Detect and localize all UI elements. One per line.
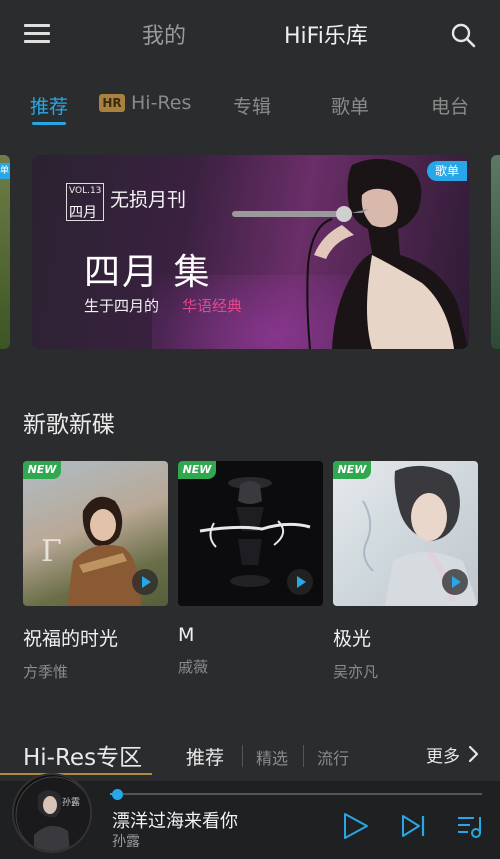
banner-title: 四月 集 xyxy=(84,252,212,293)
section-title-hires: Hi-Res专区 xyxy=(23,745,143,771)
banner-subtitle: 无损月刊 xyxy=(110,189,187,211)
hires-tab-pop[interactable]: 流行 xyxy=(317,745,349,769)
progress-knob[interactable] xyxy=(112,789,124,800)
banner-tagline-highlight: 华语经典 xyxy=(182,297,243,315)
banner-prev-peek[interactable]: 单 xyxy=(0,155,10,349)
svg-text:孙露: 孙露 xyxy=(62,796,80,808)
vol-number: VOL.13 xyxy=(69,186,102,196)
play-circle-icon[interactable] xyxy=(287,569,313,595)
tab-album[interactable]: 专辑 xyxy=(233,92,271,119)
playlist-badge: 歌单 xyxy=(427,161,467,181)
search-icon[interactable] xyxy=(450,22,476,48)
mini-player[interactable]: 孙露 漂洋过海来看你 孙露 xyxy=(0,773,500,859)
tab-hires[interactable]: Hi-Res xyxy=(131,92,191,114)
top-header: 我的 HiFi乐库 xyxy=(0,0,500,70)
album-artist[interactable]: 戚薇 xyxy=(178,656,323,677)
tab-recommend[interactable]: 推荐 xyxy=(30,92,68,119)
tab-playlist[interactable]: 歌单 xyxy=(331,92,369,119)
chevron-right-icon[interactable] xyxy=(466,745,480,763)
album-card[interactable]: Γ NEW 祝福的时光 方季惟 xyxy=(23,461,168,682)
hires-tab-featured[interactable]: 精选 xyxy=(256,745,288,769)
song-artist[interactable]: 孙露 xyxy=(112,831,140,851)
hires-underline xyxy=(0,773,152,775)
cover-art: 孙露 xyxy=(15,776,90,851)
featured-banner[interactable]: VOL.13 四月 无损月刊 四月 集 生于四月的 华语经典 歌单 xyxy=(32,155,469,349)
section-title-new-releases: 新歌新碟 xyxy=(23,412,115,438)
more-link[interactable]: 更多 xyxy=(426,742,460,767)
album-artist[interactable]: 方季惟 xyxy=(23,661,168,682)
tab-radio[interactable]: 电台 xyxy=(431,92,469,119)
song-title[interactable]: 漂洋过海来看你 xyxy=(112,807,238,833)
play-circle-icon[interactable] xyxy=(132,569,158,595)
now-playing-cover[interactable]: 孙露 xyxy=(12,773,92,853)
singer-image xyxy=(232,158,468,349)
next-icon[interactable] xyxy=(400,813,426,839)
side-badge: 单 xyxy=(0,163,10,179)
album-artist[interactable]: 吴亦凡 xyxy=(333,661,478,682)
volume-box: VOL.13 四月 xyxy=(66,183,104,221)
progress-track[interactable] xyxy=(110,793,482,795)
new-badge: NEW xyxy=(23,461,61,479)
hires-badge-icon: HR xyxy=(99,94,125,112)
album-card[interactable]: NEW 极光 吴亦凡 xyxy=(333,461,478,682)
play-icon[interactable] xyxy=(340,811,370,841)
tab-hifi-library[interactable]: HiFi乐库 xyxy=(284,18,368,50)
svg-text:Γ: Γ xyxy=(41,534,62,569)
active-tab-indicator xyxy=(32,122,66,125)
category-tabs: 推荐 HR Hi-Res 专辑 歌单 电台 xyxy=(0,86,500,130)
playlist-icon[interactable] xyxy=(456,813,484,839)
album-title[interactable]: 祝福的时光 xyxy=(23,624,168,651)
vol-month: 四月 xyxy=(69,205,97,221)
album-card[interactable]: NEW M 戚薇 xyxy=(178,461,323,677)
new-badge: NEW xyxy=(178,461,216,479)
divider xyxy=(242,745,243,767)
tab-mine[interactable]: 我的 xyxy=(142,18,186,50)
banner-next-peek[interactable] xyxy=(491,155,500,349)
album-cover[interactable]: Γ NEW xyxy=(23,461,168,606)
album-cover[interactable]: NEW xyxy=(333,461,478,606)
album-title[interactable]: 极光 xyxy=(333,624,478,651)
play-circle-icon[interactable] xyxy=(442,569,468,595)
album-cover[interactable]: NEW xyxy=(178,461,323,606)
new-badge: NEW xyxy=(333,461,371,479)
hires-tab-recommend[interactable]: 推荐 xyxy=(186,743,224,770)
banner-tagline: 生于四月的 xyxy=(84,297,160,315)
album-title[interactable]: M xyxy=(178,624,323,646)
divider xyxy=(303,745,304,767)
menu-icon[interactable] xyxy=(24,24,50,44)
